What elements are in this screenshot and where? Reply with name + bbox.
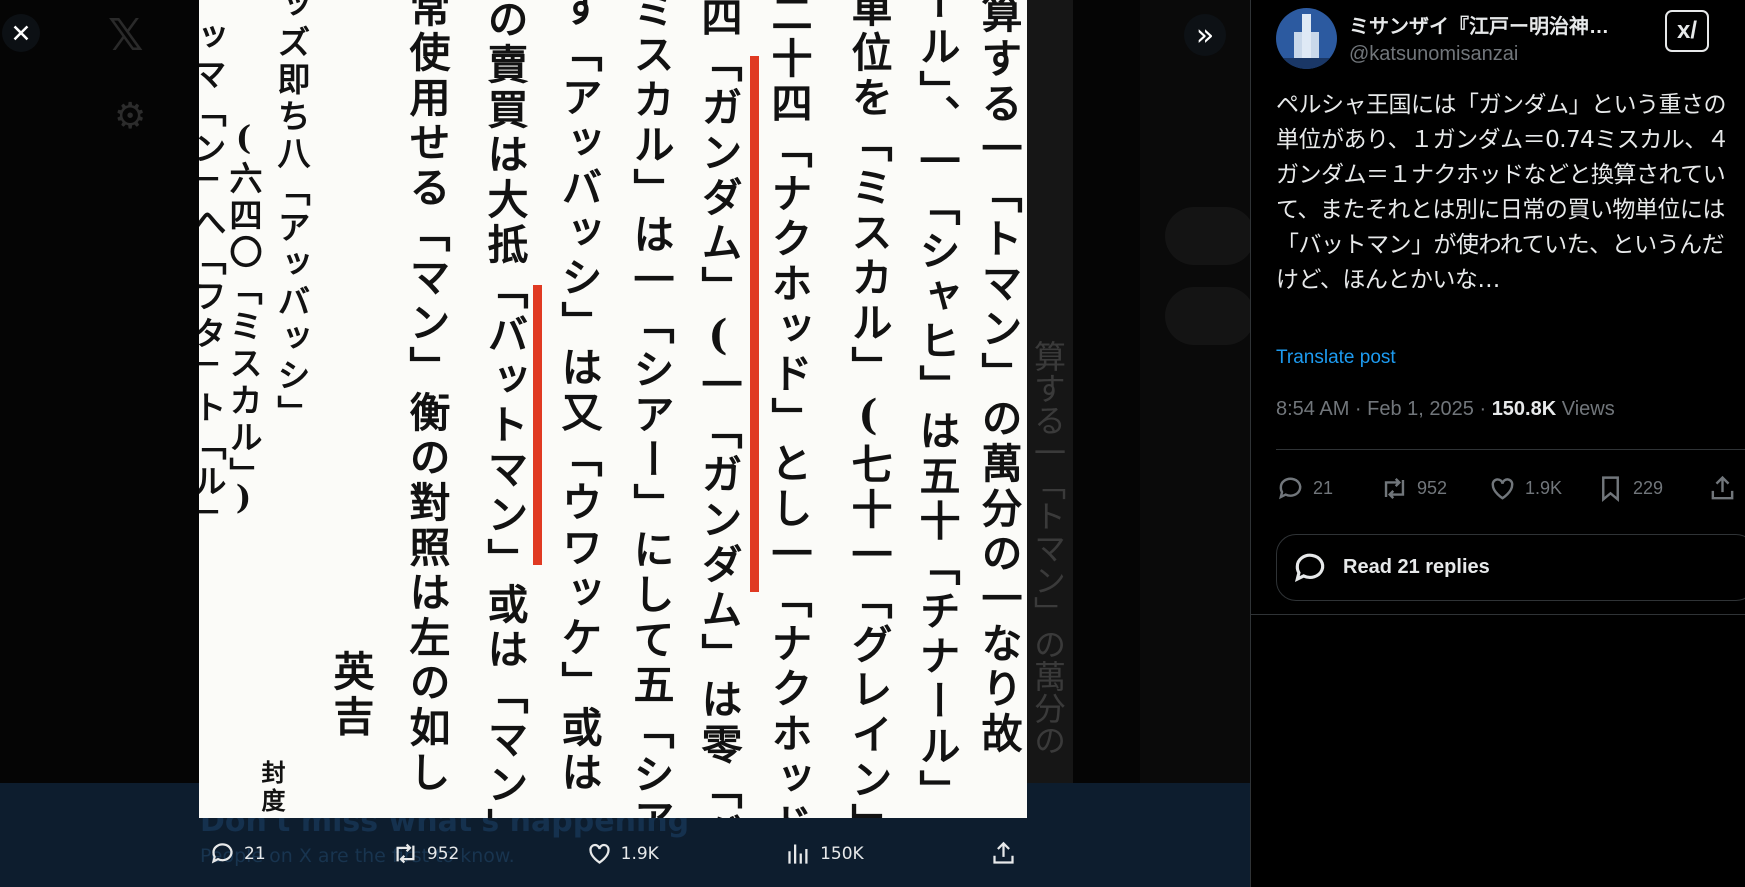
background-button [1165, 207, 1250, 265]
share-icon [1711, 475, 1734, 499]
close-icon: ✕ [10, 18, 32, 48]
repost-icon [396, 843, 415, 864]
bookmark-count: 229 [1633, 477, 1664, 498]
like-count: 1.9K [1525, 477, 1563, 498]
author-display-name[interactable]: ミサンザイ『江戸ー明治神… [1349, 10, 1609, 39]
repost-button[interactable]: 952 [392, 840, 459, 867]
reply-button[interactable]: 21 [209, 840, 266, 867]
read-replies-label: Read 21 replies [1343, 556, 1490, 578]
text-column-footer: 封度 六 [257, 760, 286, 818]
post-detail-panel: ミサンザイ『江戸ー明治神… @katsunomisanzai x/ ペルシャ王国… [1250, 0, 1745, 887]
post-media-image: 算する一「トマン」の萬分の一なり故 ール」、一「シャヒ」は五十「チナール」に 單… [199, 0, 1027, 818]
grok-icon: x/ [1676, 17, 1697, 44]
repost-count: 952 [426, 843, 460, 864]
text-column: の賣買は大抵「バットマン」或は「マン」 [480, 0, 528, 818]
text-column: (六四〇「ミスカル」) [224, 118, 263, 521]
text-column: 英吉 [326, 650, 374, 740]
text-column: ール」、一「シャヒ」は五十「チナール」に [912, 0, 960, 818]
adjacent-image-edge: 算する一「トマン」の萬分の一なり故 [1027, 0, 1073, 783]
bookmark-icon [1602, 475, 1619, 502]
repost-icon [1384, 477, 1405, 499]
text-column: 算する一「トマン」の萬分の一なり故 [974, 0, 1022, 757]
like-button[interactable]: 1.9K [1488, 474, 1596, 503]
share-button[interactable] [1708, 474, 1737, 503]
repost-count: 952 [1417, 477, 1448, 498]
gear-icon: ⚙ [114, 96, 147, 137]
bookmark-button[interactable]: 229 [1596, 474, 1708, 503]
like-button[interactable]: 1.9K [586, 840, 659, 867]
read-replies-button[interactable]: Read 21 replies [1276, 534, 1745, 601]
text-column: ミスカル」は一「シアー」にして五「シア [626, 0, 674, 818]
text-column: 單位を「ミスカル」(七十一「グレイン」) [844, 0, 892, 818]
heart-icon [588, 843, 610, 864]
post-author[interactable]: ミサンザイ『江戸ー明治神… @katsunomisanzai [1276, 8, 1609, 69]
text-column: 四「ガンダム」(一「ガンダム」は零「グ [694, 0, 742, 818]
speech-bubble-icon [1294, 553, 1325, 582]
ghost-text: 算する一「トマン」の萬分の一なり故 [1029, 340, 1067, 756]
translate-post-link[interactable]: Translate post [1276, 347, 1396, 369]
post-views-label: Views [1556, 398, 1615, 420]
post-views-count: 150.8K [1491, 398, 1557, 420]
avatar[interactable] [1276, 8, 1337, 69]
grok-button[interactable]: x/ [1665, 10, 1709, 52]
x-logo-icon: 𝕏 [108, 10, 144, 61]
text-column: 二十四「ナクホッド」とし一「ナクホッド」 [764, 0, 812, 818]
post-stats-bar: 21 952 1.9K 229 [1276, 468, 1745, 508]
author-info: ミサンザイ『江戸ー明治神… @katsunomisanzai [1349, 8, 1609, 69]
background-sidebar [1140, 0, 1250, 790]
heart-icon [1491, 477, 1514, 500]
close-button[interactable]: ✕ [2, 14, 40, 52]
divider [1276, 449, 1745, 450]
post-text: ペルシャ王国には「ガンダム」という重さの単位があり、１ガンダム＝0.74ミスカル… [1276, 92, 1730, 293]
media-action-bar: 21 952 1.9K 150K [199, 820, 1027, 887]
bar-chart-icon [788, 844, 808, 864]
divider [1251, 614, 1745, 615]
post-meta: 8:54 AM · Feb 1, 2025 · 150.8K Views [1276, 398, 1615, 421]
background-button [1165, 287, 1250, 345]
text-column: ッマ「ン」へ「フタ」ト「ル」 [199, 20, 227, 538]
collapse-panel-button[interactable]: » [1184, 14, 1226, 56]
views-count: 150K [820, 843, 864, 864]
reply-count: 21 [244, 843, 266, 864]
reply-icon [1279, 477, 1302, 499]
share-icon [993, 841, 1014, 864]
text-column: 常使用せる「マン」衡の對照は左の如し [402, 0, 450, 796]
reply-icon [211, 843, 233, 864]
chevron-double-right-icon: » [1195, 17, 1215, 53]
share-button[interactable] [990, 840, 1017, 867]
red-underline [533, 285, 542, 565]
like-count: 1.9K [620, 843, 659, 864]
text-column: す「アッバッシ」は又「ウワッケ」或は「カー [554, 0, 602, 818]
repost-button[interactable]: 952 [1380, 474, 1488, 503]
post-timestamp[interactable]: 8:54 AM · Feb 1, 2025 · [1276, 398, 1492, 420]
reply-count: 21 [1313, 477, 1334, 498]
views-button[interactable]: 150K [785, 840, 864, 867]
reply-button[interactable]: 21 [1276, 474, 1380, 503]
red-underline [750, 56, 759, 592]
text-column: ッズ即ち八「アッバッシ」 [272, 0, 311, 432]
author-handle[interactable]: @katsunomisanzai [1349, 43, 1609, 66]
